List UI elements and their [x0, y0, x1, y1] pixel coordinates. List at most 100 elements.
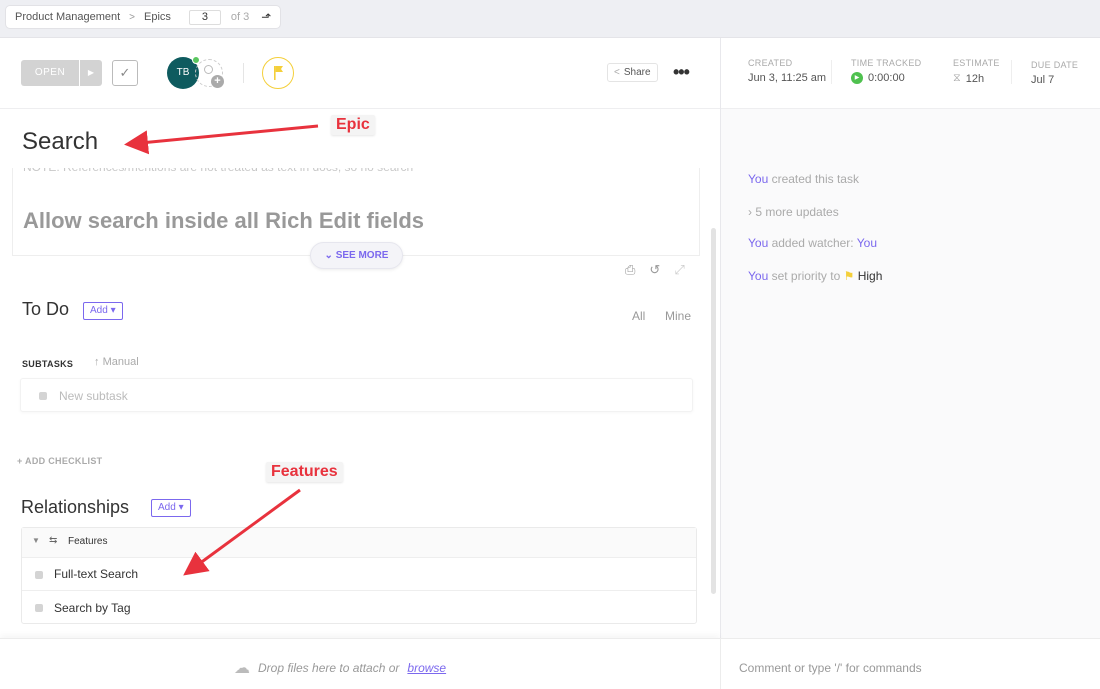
check-icon: ✓ — [119, 65, 131, 80]
new-subtask-input[interactable]: New subtask — [20, 378, 693, 412]
sort-manual[interactable]: ↑ Manual — [94, 356, 139, 368]
chevron-down-icon: ⌄ — [324, 250, 333, 261]
activity-text: set priority to — [768, 269, 844, 283]
subtasks-label: SUBTASKS — [22, 359, 74, 369]
relationships-add-label: Add — [158, 502, 176, 513]
breadcrumb: Product Management > Epics 3 of 3 ⬏ — [5, 5, 282, 29]
time-tracked-value: 0:00:00 — [868, 72, 905, 84]
created-field: Created Jun 3, 11:25 am — [748, 58, 826, 84]
cloud-upload-icon: ☁ — [234, 660, 250, 677]
flag-icon: ⚑ — [843, 269, 855, 283]
breadcrumb-item-product-management[interactable]: Product Management — [15, 11, 120, 23]
chevron-right-icon: › — [748, 205, 752, 219]
time-tracked-label: Time Tracked — [851, 58, 922, 68]
meta-header: Created Jun 3, 11:25 am Time Tracked ▶ 0:… — [721, 38, 1100, 109]
status-button[interactable]: OPEN ▶ — [21, 60, 102, 86]
breadcrumb-item-epics[interactable]: Epics — [144, 11, 171, 23]
todo-title: To Do — [22, 299, 70, 319]
person-icon — [204, 65, 213, 74]
more-updates-toggle[interactable]: › 5 more updates — [748, 205, 839, 219]
hourglass-icon: ⧖ — [953, 72, 961, 84]
activity-actor[interactable]: You — [748, 236, 768, 250]
priority-button[interactable] — [262, 57, 294, 89]
page-number-input[interactable]: 3 — [188, 9, 221, 25]
print-icon[interactable]: ⎙ — [625, 262, 635, 278]
more-options-icon[interactable]: ••• — [673, 62, 690, 82]
due-date-label: Due Date — [1031, 60, 1079, 70]
activity-text: created this task — [768, 172, 859, 186]
created-value: Jun 3, 11:25 am — [748, 72, 827, 84]
relationships-add-button[interactable]: Add ▾ — [151, 499, 191, 517]
caret-down-icon: ▾ — [110, 305, 116, 316]
expand-icon[interactable]: ⤢ — [674, 262, 684, 278]
task-header: OPEN ▶ ✓ TB + < Share ••• — [0, 38, 720, 109]
priority-value: High — [857, 269, 883, 283]
divider — [1011, 60, 1012, 84]
todo-add-label: Add — [90, 305, 108, 316]
link-icon: ⇆ — [49, 535, 58, 546]
estimate-label: Estimate — [953, 58, 1000, 68]
filter-mine[interactable]: Mine — [665, 309, 691, 323]
todo-add-button[interactable]: Add ▾ — [83, 302, 123, 320]
next-status-icon[interactable]: ▶ — [79, 60, 102, 86]
browse-link[interactable]: browse — [407, 661, 446, 675]
arrow-up-icon: ↑ — [94, 356, 100, 368]
created-label: Created — [748, 58, 793, 68]
activity-actor[interactable]: You — [748, 172, 768, 186]
play-icon[interactable]: ▶ — [851, 72, 863, 84]
comment-box[interactable]: Comment or type '/' for commands — [720, 638, 1100, 689]
relationships-list: ▼ ⇆ Features Full-text Search Search by … — [21, 527, 697, 624]
chevron-right-icon: > — [129, 11, 136, 23]
activity-item: You added watcher: You — [748, 236, 877, 250]
top-bar: Product Management > Epics 3 of 3 ⬏ — [0, 0, 1100, 38]
history-icon[interactable]: ↺ — [649, 262, 660, 278]
scrollbar[interactable] — [711, 228, 716, 594]
due-date-field[interactable]: Due Date Jul 7 — [1031, 60, 1078, 86]
list-item[interactable]: Search by Tag — [22, 591, 696, 624]
online-status-dot — [192, 56, 200, 64]
relationships-title: Relationships — [21, 497, 130, 517]
activity-item: You set priority to ⚑ High — [748, 269, 882, 283]
new-subtask-placeholder: New subtask — [59, 389, 128, 403]
status-label[interactable]: OPEN — [21, 60, 79, 86]
estimate-field[interactable]: Estimate ⧖ 12h — [953, 58, 1000, 85]
relationship-item-label: Search by Tag — [54, 601, 131, 615]
epic-annotation: Epic — [331, 115, 375, 135]
see-more-label: SEE MORE — [335, 250, 389, 261]
relationship-item-label: Full-text Search — [54, 567, 139, 581]
triangle-down-icon[interactable]: ▼ — [32, 536, 40, 545]
due-date-value: Jul 7 — [1031, 74, 1055, 86]
share-label: Share — [623, 67, 651, 78]
open-in-new-icon[interactable]: ⬏ — [261, 10, 271, 24]
add-assignee-button[interactable]: + — [195, 59, 224, 88]
complete-task-button[interactable]: ✓ — [112, 60, 138, 86]
comment-input[interactable]: Comment or type '/' for commands — [739, 661, 922, 675]
filter-all[interactable]: All — [632, 309, 645, 323]
plus-icon: + — [211, 75, 224, 88]
estimate-value: 12h — [965, 72, 985, 85]
more-updates-label: 5 more updates — [755, 205, 839, 219]
description-note: NOTE: References/mentions are not treate… — [23, 168, 413, 174]
activity-text: added watcher: — [768, 236, 857, 250]
description-heading: Allow search inside all Rich Edit fields — [23, 208, 424, 233]
activity-target[interactable]: You — [857, 236, 877, 250]
sort-label: Manual — [102, 356, 139, 368]
divider — [831, 60, 832, 84]
page-total: of 3 — [230, 11, 250, 23]
status-square-icon — [35, 604, 43, 612]
activity-actor[interactable]: You — [748, 269, 768, 283]
add-checklist-button[interactable]: + ADD CHECKLIST — [17, 456, 102, 466]
description-toolbar: ⎙ ↺ ⤢ — [625, 262, 685, 278]
see-more-button[interactable]: ⌄ SEE MORE — [310, 242, 403, 269]
list-item[interactable]: Full-text Search — [22, 558, 696, 591]
attachment-dropzone[interactable]: ☁ Drop files here to attach or browse — [0, 638, 720, 689]
page-title[interactable]: Search — [22, 128, 98, 156]
activity-pane: Created Jun 3, 11:25 am Time Tracked ▶ 0:… — [720, 38, 1100, 638]
features-annotation: Features — [266, 462, 343, 482]
relationship-group[interactable]: ▼ ⇆ Features — [22, 528, 696, 558]
share-button[interactable]: < Share — [607, 63, 658, 82]
time-tracked-field[interactable]: Time Tracked ▶ 0:00:00 — [851, 58, 921, 84]
relationship-group-label: Features — [68, 536, 108, 547]
caret-down-icon: ▾ — [178, 502, 184, 513]
flag-icon — [273, 65, 283, 80]
